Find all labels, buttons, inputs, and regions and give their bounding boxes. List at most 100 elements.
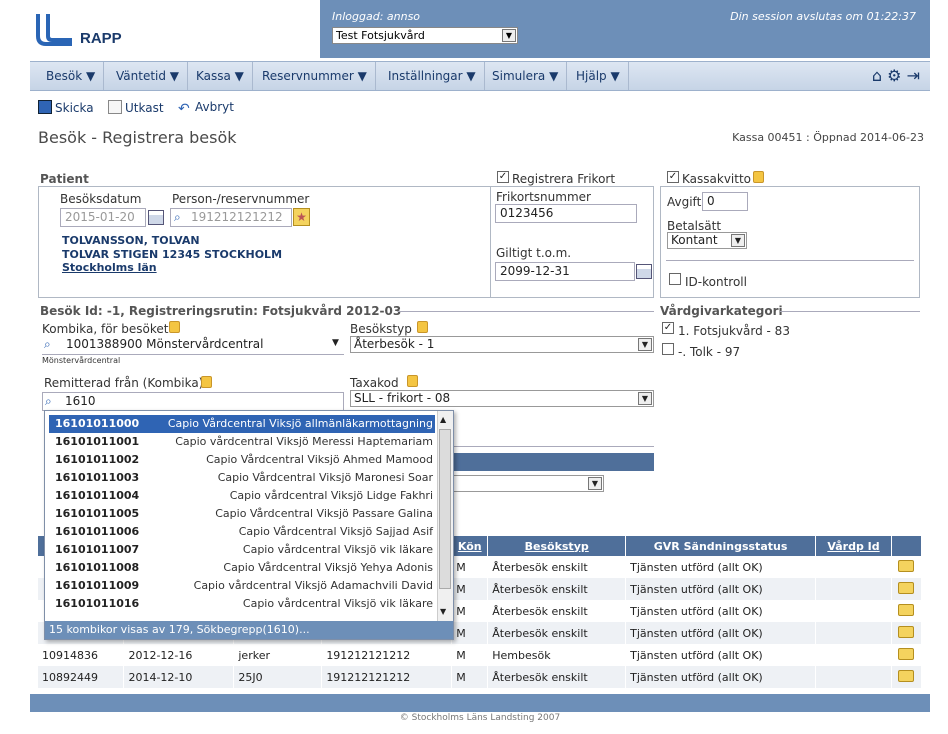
chevron-down-icon[interactable]: ▼ — [731, 234, 745, 247]
autocomplete-item[interactable]: 16101011016 Capio vårdcentral Viksjö vik … — [49, 595, 435, 613]
tax-code-select[interactable]: SLL - frikort - 08 ▼ — [350, 390, 654, 407]
table-cell — [815, 666, 892, 688]
chevron-down-icon[interactable]: ▼ — [638, 338, 652, 351]
pencil-icon — [108, 100, 122, 114]
folder-open-icon[interactable] — [898, 669, 915, 682]
chevron-down-icon[interactable]: ▼ — [638, 392, 652, 405]
frikort-check-label: Registrera Frikort — [512, 172, 616, 186]
folder-open-icon[interactable] — [898, 581, 915, 594]
visit-section-label: Besök Id: -1, Registreringsrutin: Fotsju… — [40, 304, 402, 318]
category-section-label: Vårdgivarkategori — [660, 304, 783, 318]
category-item-1: 1. Fotsjukvård - 83 — [678, 324, 790, 338]
sub-table-select[interactable]: ▼ — [450, 475, 604, 492]
scrollbar-thumb[interactable] — [439, 429, 451, 589]
table-cell: Återbesök enskilt — [487, 666, 627, 688]
calendar-icon[interactable] — [148, 210, 164, 225]
footer-bar — [30, 694, 930, 712]
scroll-down-icon[interactable]: ▼ — [440, 607, 446, 616]
lock-icon[interactable] — [407, 375, 418, 387]
table-cell — [815, 600, 892, 622]
kombika-code: 16101011008 — [55, 561, 140, 574]
send-button[interactable]: Skicka — [38, 100, 94, 115]
fee-input[interactable]: 0 — [702, 192, 748, 211]
table-row[interactable]: 10892449 2014-12-10 25J0 191212121212 M Återb… — [38, 666, 923, 688]
star-icon[interactable]: ★ — [293, 208, 310, 226]
lock-icon[interactable] — [169, 321, 180, 333]
autocomplete-item[interactable]: 16101011000 Capio Vårdcentral Viksjö allm… — [49, 415, 435, 433]
frikort-number-input[interactable]: 0123456 — [495, 204, 637, 223]
folder-open-icon[interactable] — [898, 625, 915, 638]
draft-button[interactable]: Utkast — [108, 100, 164, 115]
autocomplete-item[interactable]: 16101011004 Capio vårdcentral Viksjö Lidg… — [49, 487, 435, 505]
home-icon[interactable]: ⌂ — [872, 66, 882, 85]
autocomplete-item[interactable]: 16101011005 Capio Vårdcentral Viksjö Pass… — [49, 505, 435, 523]
menu-kassa[interactable]: Kassa ▼ — [188, 62, 253, 90]
chevron-down-icon[interactable]: ▼ — [502, 29, 516, 42]
kombika-code: 16101011006 — [55, 525, 140, 538]
visit-type-select[interactable]: Återbesök - 1 ▼ — [350, 336, 654, 353]
autocomplete-item[interactable]: 16101011009 Capio vårdcentral Viksjö Adam… — [49, 577, 435, 595]
lock-icon[interactable] — [753, 171, 764, 183]
table-cell: jerker — [233, 644, 323, 666]
col-header-besokstyp[interactable]: Besökstyp — [487, 536, 627, 556]
kombika-name: Capio Vårdcentral Viksjö Yehya Adonis — [223, 561, 433, 574]
category-checkbox-2[interactable] — [662, 343, 674, 355]
referred-input[interactable]: 1610 — [42, 392, 344, 411]
menu-besok[interactable]: Besök ▼ — [38, 62, 105, 90]
menu-vantetid[interactable]: Väntetid ▼ — [108, 62, 189, 90]
col-header-kon[interactable]: Kön — [451, 536, 489, 556]
autocomplete-item[interactable]: 16101011001 Capio vårdcentral Viksjö Mere… — [49, 433, 435, 451]
pnr-input[interactable]: 191212121212 — [170, 208, 292, 227]
menu-installningar[interactable]: Inställningar ▼ — [380, 62, 485, 90]
kombika-name: Capio vårdcentral Viksjö Adamachvili Dav… — [193, 579, 433, 592]
folder-open-icon[interactable] — [898, 603, 915, 616]
calendar-icon[interactable] — [636, 264, 652, 279]
menu-reservnummer[interactable]: Reservnummer ▼ — [254, 62, 376, 90]
kassakvitto-checkbox[interactable]: ✓ — [667, 171, 679, 183]
autocomplete-item[interactable]: 16101011006 Capio Vårdcentral Viksjö Sajj… — [49, 523, 435, 541]
kombika-autocomplete-list: 16101011000 Capio Vårdcentral Viksjö allm… — [44, 410, 454, 640]
col-header-gvr-status: GVR Sändningsstatus — [625, 536, 817, 556]
kombika-input[interactable]: 1001388900 Mönstervårdcentral — [42, 336, 344, 355]
table-cell: Tjänsten utförd (allt OK) — [625, 644, 817, 666]
unit-select[interactable]: Test Fotsjukvård ▼ — [332, 27, 518, 44]
category-item-2: -. Tolk - 97 — [678, 345, 741, 359]
logout-icon[interactable]: ⇥ — [907, 66, 920, 85]
visit-date-input[interactable]: 2015-01-20 — [60, 208, 146, 227]
pnr-label: Person-/reservnummer — [172, 192, 310, 206]
table-cell — [815, 556, 892, 578]
scrollbar[interactable]: ▲ ▼ — [437, 411, 453, 621]
autocomplete-item[interactable]: 16101011007 Capio vårdcentral Viksjö vik … — [49, 541, 435, 559]
cancel-button[interactable]: ↶ Avbryt — [178, 100, 234, 117]
lock-icon[interactable] — [417, 321, 428, 333]
lock-icon[interactable] — [201, 376, 212, 388]
frikort-checkbox[interactable]: ✓ — [497, 171, 509, 183]
main-menu: Besök ▼ Väntetid ▼ Kassa ▼ Reservnummer … — [30, 61, 930, 91]
folder-open-icon[interactable] — [898, 559, 915, 572]
visit-date-label: Besöksdatum — [60, 192, 142, 206]
folder-open-icon[interactable] — [898, 647, 915, 660]
chevron-down-icon[interactable]: ▼ — [332, 338, 339, 348]
chevron-down-icon[interactable]: ▼ — [588, 477, 602, 490]
autocomplete-item[interactable]: 16101011002 Capio Vårdcentral Viksjö Ahme… — [49, 451, 435, 469]
table-row[interactable]: 10914836 2012-12-16 jerker 191212121212 M Hem… — [38, 644, 923, 666]
autocomplete-item[interactable]: 16101011003 Capio Vårdcentral Viksjö Maro… — [49, 469, 435, 487]
col-header-vardp-id[interactable]: Vårdp Id — [815, 536, 892, 556]
payment-method-select[interactable]: Kontant ▼ — [667, 232, 747, 249]
autocomplete-item[interactable]: 16101011008 Capio Vårdcentral Viksjö Yehy… — [49, 559, 435, 577]
scroll-up-icon[interactable]: ▲ — [440, 415, 446, 424]
table-cell: Tjänsten utförd (allt OK) — [625, 556, 817, 578]
rapp-logo-icon — [36, 14, 72, 46]
menu-hjalp[interactable]: Hjälp ▼ — [568, 62, 629, 90]
category-checkbox-1[interactable]: ✓ — [662, 322, 674, 334]
logged-in-user: Inloggad: annso — [332, 10, 421, 23]
menu-simulera[interactable]: Simulera ▼ — [484, 62, 568, 90]
logo: RAPP — [30, 0, 320, 58]
fee-label: Avgift — [667, 195, 702, 209]
table-cell: 191212121212 — [321, 666, 453, 688]
id-check-checkbox[interactable] — [669, 273, 681, 285]
table-cell: M — [451, 644, 489, 666]
patient-county[interactable]: Stockholms län — [62, 261, 157, 274]
gear-icon[interactable]: ⚙ — [887, 66, 901, 85]
valid-until-input[interactable]: 2099-12-31 — [495, 262, 635, 281]
